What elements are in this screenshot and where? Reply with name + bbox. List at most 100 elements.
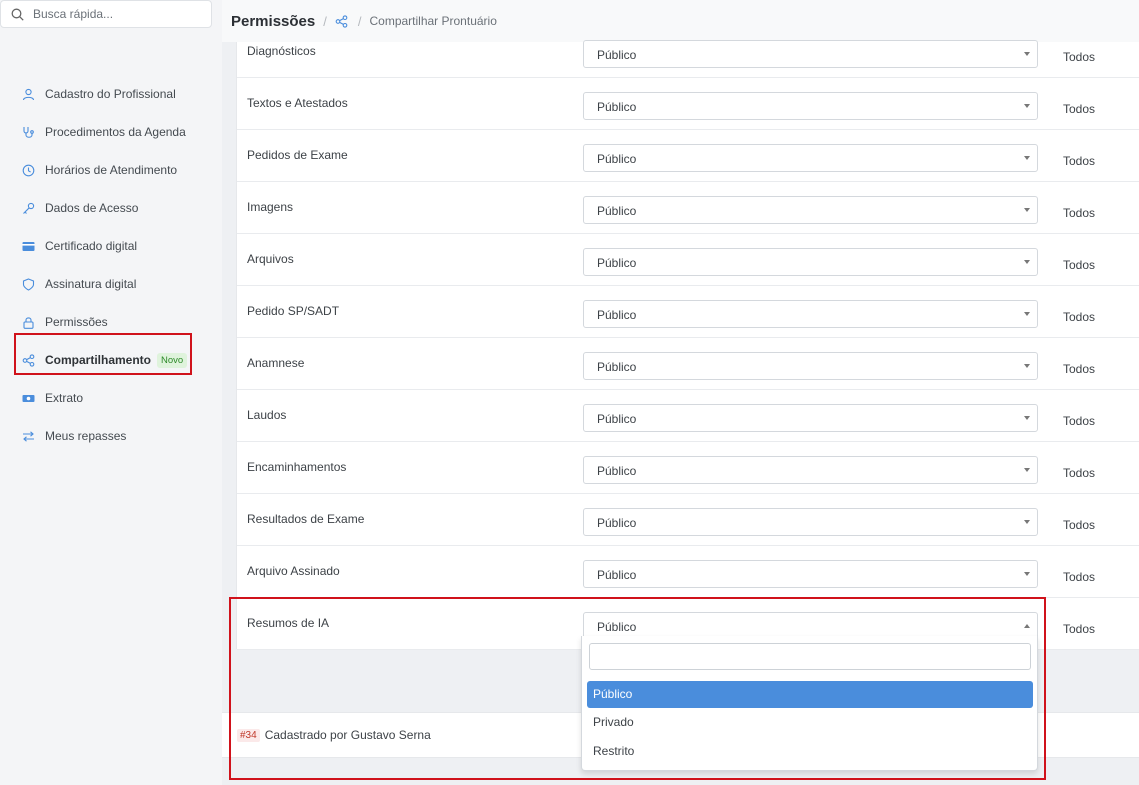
table-row: Arquivos Público Todos xyxy=(237,234,1139,286)
search-input[interactable] xyxy=(33,7,193,21)
visibility-select[interactable]: Público xyxy=(583,196,1038,224)
visibility-select[interactable]: Público xyxy=(583,456,1038,484)
visibility-select[interactable]: Público xyxy=(583,300,1038,328)
chevron-down-icon xyxy=(1024,156,1030,160)
scope-value: Todos xyxy=(1063,258,1096,272)
highlight-box-sidebar xyxy=(14,333,192,375)
visibility-select[interactable]: Público xyxy=(583,92,1038,120)
select-value: Público xyxy=(597,308,637,322)
chevron-down-icon xyxy=(1024,312,1030,316)
select-value: Público xyxy=(597,152,637,166)
visibility-select[interactable]: Público xyxy=(583,248,1038,276)
table-row: Imagens Público Todos xyxy=(237,182,1139,234)
table-row: Encaminhamentos Público Todos xyxy=(237,442,1139,494)
stethoscope-icon xyxy=(22,126,35,139)
scope-value: Todos xyxy=(1063,310,1096,324)
sidebar-item-dados-acesso[interactable]: Dados de Acesso xyxy=(0,189,222,227)
table-row: Anamnese Público Todos xyxy=(237,338,1139,390)
scope-value: Todos xyxy=(1063,206,1096,220)
row-label: Laudos xyxy=(247,408,287,422)
chevron-down-icon xyxy=(1024,520,1030,524)
row-label: Pedido SP/SADT xyxy=(247,304,340,318)
shield-icon xyxy=(22,277,35,291)
chevron-down-icon xyxy=(1024,104,1030,108)
row-label: Diagnósticos xyxy=(247,44,316,58)
sidebar-item-certificado[interactable]: Certificado digital xyxy=(0,227,222,265)
sidebar: Cadastro do Profissional Procedimentos d… xyxy=(0,0,222,785)
sidebar-item-label: Assinatura digital xyxy=(45,277,137,291)
chevron-down-icon xyxy=(1024,468,1030,472)
row-label: Pedidos de Exame xyxy=(247,148,348,162)
select-value: Público xyxy=(597,48,637,62)
row-label: Imagens xyxy=(247,200,294,214)
chevron-down-icon xyxy=(1024,208,1030,212)
sidebar-item-assinatura[interactable]: Assinatura digital xyxy=(0,265,222,303)
row-label: Textos e Atestados xyxy=(247,96,348,110)
table-row: Resultados de Exame Público Todos xyxy=(237,494,1139,546)
transfer-icon xyxy=(22,430,35,443)
select-value: Público xyxy=(597,516,637,530)
table-row: Laudos Público Todos xyxy=(237,390,1139,442)
row-label: Arquivos xyxy=(247,252,294,266)
row-label: Anamnese xyxy=(247,356,305,370)
scope-value: Todos xyxy=(1063,570,1096,584)
table-row: Textos e Atestados Público Todos xyxy=(237,78,1139,130)
chevron-down-icon xyxy=(1024,52,1030,56)
visibility-select[interactable]: Público xyxy=(583,352,1038,380)
row-label: Resultados de Exame xyxy=(247,512,365,526)
chevron-down-icon xyxy=(1024,416,1030,420)
sidebar-item-label: Meus repasses xyxy=(45,429,127,443)
visibility-select[interactable]: Público xyxy=(583,508,1038,536)
table-row: Pedidos de Exame Público Todos xyxy=(237,130,1139,182)
visibility-select[interactable]: Público xyxy=(583,40,1038,68)
sidebar-item-label: Cadastro do Profissional xyxy=(45,87,176,101)
scope-value: Todos xyxy=(1063,466,1096,480)
select-value: Público xyxy=(597,464,637,478)
highlight-box-main xyxy=(229,597,1046,780)
visibility-select[interactable]: Público xyxy=(583,144,1038,172)
chevron-down-icon xyxy=(1024,260,1030,264)
select-value: Público xyxy=(597,360,637,374)
select-value: Público xyxy=(597,412,637,426)
scope-value: Todos xyxy=(1063,50,1096,64)
scope-value: Todos xyxy=(1063,102,1096,116)
quick-search[interactable] xyxy=(0,0,212,28)
search-icon xyxy=(11,8,24,21)
user-icon xyxy=(22,88,35,101)
sidebar-item-label: Procedimentos da Agenda xyxy=(45,125,186,139)
sidebar-menu: Cadastro do Profissional Procedimentos d… xyxy=(0,75,222,455)
scope-value: Todos xyxy=(1063,362,1096,376)
select-value: Público xyxy=(597,204,637,218)
sidebar-item-label: Dados de Acesso xyxy=(45,201,139,215)
table-row: Arquivo Assinado Público Todos xyxy=(237,546,1139,598)
sidebar-item-extrato[interactable]: Extrato xyxy=(0,379,222,417)
chevron-down-icon xyxy=(1024,572,1030,576)
scope-value: Todos xyxy=(1063,518,1096,532)
scope-value: Todos xyxy=(1063,414,1096,428)
row-label: Encaminhamentos xyxy=(247,460,347,474)
permissions-table: Diagnósticos Público Todos Textos e Ates… xyxy=(236,40,1139,650)
table-row: Diagnósticos Público Todos xyxy=(237,26,1139,78)
lock-icon xyxy=(22,316,35,329)
sidebar-item-label: Certificado digital xyxy=(45,239,138,253)
scope-value: Todos xyxy=(1063,154,1096,168)
table-row: Pedido SP/SADT Público Todos xyxy=(237,286,1139,338)
select-value: Público xyxy=(597,568,637,582)
sidebar-item-label: Permissões xyxy=(45,315,108,329)
sidebar-item-label: Horários de Atendimento xyxy=(45,163,178,177)
money-icon xyxy=(22,392,35,405)
sidebar-item-cadastro[interactable]: Cadastro do Profissional xyxy=(0,75,222,113)
sidebar-item-procedimentos[interactable]: Procedimentos da Agenda xyxy=(0,113,222,151)
chevron-down-icon xyxy=(1024,364,1030,368)
sidebar-item-label: Extrato xyxy=(45,391,84,405)
credit-card-icon xyxy=(22,240,35,253)
visibility-select[interactable]: Público xyxy=(583,560,1038,588)
sidebar-item-repasses[interactable]: Meus repasses xyxy=(0,417,222,455)
clock-icon xyxy=(22,164,35,177)
row-label: Arquivo Assinado xyxy=(247,564,340,578)
sidebar-item-horarios[interactable]: Horários de Atendimento xyxy=(0,151,222,189)
visibility-select[interactable]: Público xyxy=(583,404,1038,432)
select-value: Público xyxy=(597,256,637,270)
key-icon xyxy=(22,202,35,215)
select-value: Público xyxy=(597,100,637,114)
